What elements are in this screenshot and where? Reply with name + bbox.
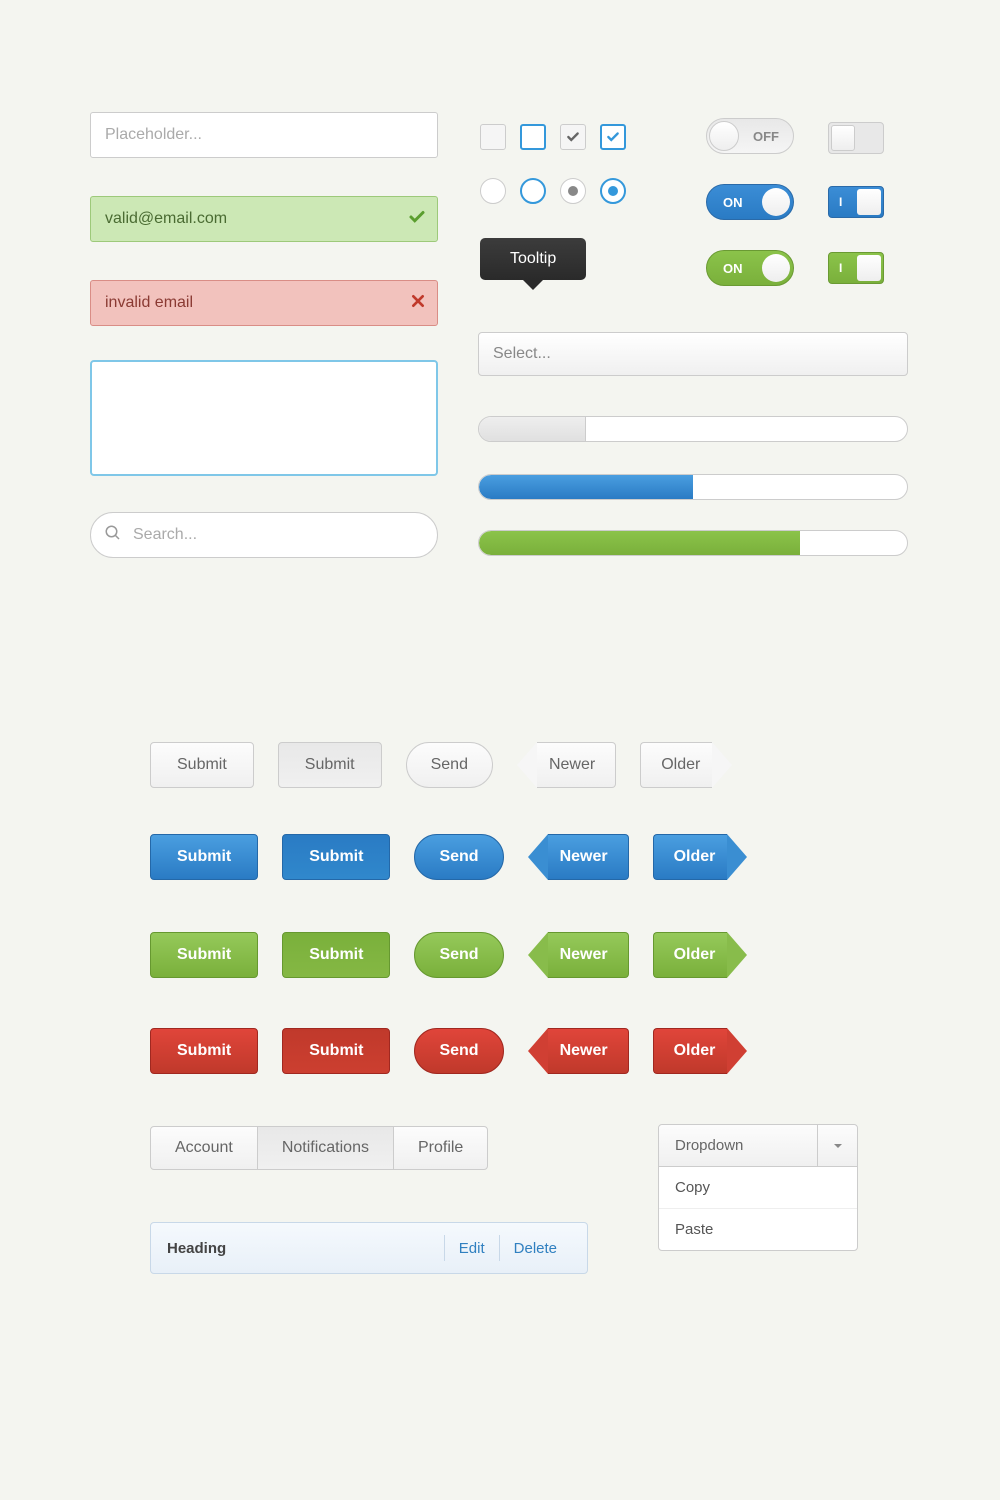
check-icon	[408, 208, 426, 230]
caret-down-icon	[817, 1125, 857, 1166]
older-button-gray[interactable]: Older	[640, 742, 732, 788]
tooltip: Tooltip	[480, 238, 586, 280]
tooltip-text: Tooltip	[510, 250, 556, 267]
toggle-off-label: OFF	[753, 129, 779, 144]
toggle-on-label-green: ON	[723, 261, 743, 276]
toggle-sq-off[interactable]	[828, 122, 884, 154]
submit-button-red[interactable]: Submit	[150, 1028, 258, 1074]
submit-button-gray[interactable]: Submit	[150, 742, 254, 788]
send-button-blue[interactable]: Send	[414, 834, 503, 880]
placeholder-input[interactable]	[90, 112, 438, 158]
checkbox-unchecked[interactable]	[480, 124, 506, 150]
dropdown-menu: Dropdown Copy Paste	[658, 1124, 858, 1251]
heading-bar: Heading Edit Delete	[150, 1222, 588, 1274]
newer-button-gray[interactable]: Newer	[517, 742, 616, 788]
toggle-on-blue[interactable]: ON	[706, 184, 794, 220]
delete-link[interactable]: Delete	[499, 1235, 571, 1261]
radio-selected-active[interactable]	[600, 178, 626, 204]
checkbox-unchecked-active[interactable]	[520, 124, 546, 150]
send-button-gray[interactable]: Send	[406, 742, 493, 788]
submit-button-blue[interactable]: Submit	[150, 834, 258, 880]
radio-selected[interactable]	[560, 178, 586, 204]
tabs: Account Notifications Profile	[150, 1126, 488, 1170]
tab-notifications[interactable]: Notifications	[257, 1126, 394, 1170]
edit-link[interactable]: Edit	[444, 1235, 499, 1261]
send-button-red[interactable]: Send	[414, 1028, 503, 1074]
x-icon	[410, 293, 426, 313]
radio-empty-active[interactable]	[520, 178, 546, 204]
toggle-off[interactable]: OFF	[706, 118, 794, 154]
dropdown-item-copy[interactable]: Copy	[659, 1167, 857, 1209]
toggle-on-label: ON	[723, 195, 743, 210]
toggle-sq-green[interactable]: I	[828, 252, 884, 284]
submit-button-gray-pressed[interactable]: Submit	[278, 742, 382, 788]
dropdown-toggle[interactable]: Dropdown	[659, 1125, 857, 1167]
submit-button-green[interactable]: Submit	[150, 932, 258, 978]
select-dropdown[interactable]: Select...	[478, 332, 908, 376]
submit-button-red-pressed[interactable]: Submit	[282, 1028, 390, 1074]
dropdown-label: Dropdown	[659, 1125, 817, 1166]
older-button-green[interactable]: Older	[653, 932, 748, 978]
progress-blue	[478, 474, 908, 500]
send-button-green[interactable]: Send	[414, 932, 503, 978]
search-input[interactable]	[90, 512, 438, 558]
checkbox-checked[interactable]	[560, 124, 586, 150]
older-button-blue[interactable]: Older	[653, 834, 748, 880]
toggle-on-green[interactable]: ON	[706, 250, 794, 286]
toggle-sq-blue[interactable]: I	[828, 186, 884, 218]
newer-button-red[interactable]: Newer	[528, 1028, 629, 1074]
checkbox-checked-active[interactable]	[600, 124, 626, 150]
newer-button-blue[interactable]: Newer	[528, 834, 629, 880]
tab-profile[interactable]: Profile	[393, 1126, 488, 1170]
submit-button-green-pressed[interactable]: Submit	[282, 932, 390, 978]
textarea-focus[interactable]	[90, 360, 438, 476]
submit-button-blue-pressed[interactable]: Submit	[282, 834, 390, 880]
search-icon	[104, 524, 122, 546]
progress-green	[478, 530, 908, 556]
valid-email-input[interactable]	[90, 196, 438, 242]
radio-empty[interactable]	[480, 178, 506, 204]
invalid-email-input[interactable]	[90, 280, 438, 326]
select-placeholder: Select...	[493, 345, 551, 363]
heading-title: Heading	[167, 1240, 444, 1257]
dropdown-item-paste[interactable]: Paste	[659, 1209, 857, 1250]
older-button-red[interactable]: Older	[653, 1028, 748, 1074]
progress-gray	[478, 416, 908, 442]
newer-button-green[interactable]: Newer	[528, 932, 629, 978]
tab-account[interactable]: Account	[150, 1126, 258, 1170]
